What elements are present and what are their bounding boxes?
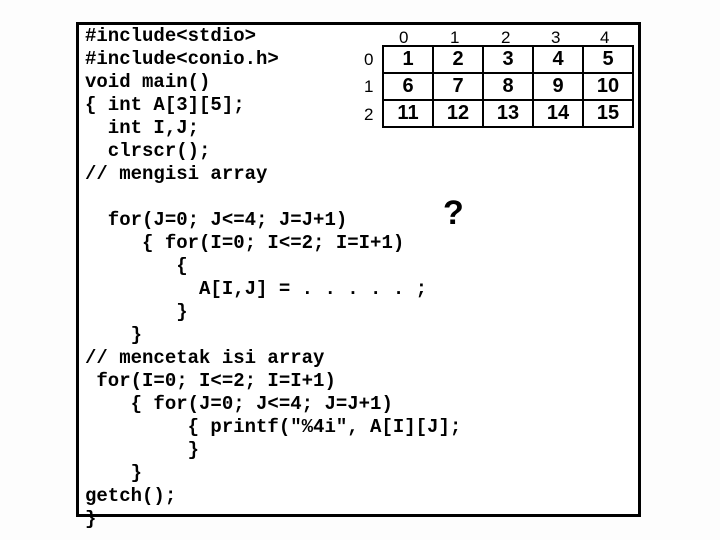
table-row: 1 2 3 4 5 (383, 46, 633, 73)
code-line: { (85, 255, 188, 277)
code-line: for(I=0; I<=2; I=I+1) (85, 370, 336, 392)
cell: 6 (383, 73, 433, 100)
cell: 3 (483, 46, 533, 73)
cell: 12 (433, 100, 483, 127)
slide-frame: #include<stdio> #include<conio.h> void m… (76, 22, 641, 517)
question-mark: ? (443, 194, 464, 233)
table-row: 11 12 13 14 15 (383, 100, 633, 127)
code-line: { for(I=0; I<=2; I=I+1) (85, 232, 404, 254)
cell: 7 (433, 73, 483, 100)
code-line: // mengisi array (85, 163, 267, 185)
row-header: 0 (364, 50, 373, 70)
code-line: } (85, 301, 188, 323)
code-line: { for(J=0; J<=4; J=J+1) (85, 393, 393, 415)
code-line: } (85, 439, 199, 461)
row-header: 1 (364, 77, 373, 97)
array-table: 1 2 3 4 5 6 7 8 9 10 11 12 13 14 15 (382, 45, 634, 128)
code-line: int I,J; (85, 117, 199, 139)
code-line: { printf("%4i", A[I][J]; (85, 416, 461, 438)
cell: 13 (483, 100, 533, 127)
code-line: } (85, 508, 96, 530)
code-line: } (85, 462, 142, 484)
cell: 9 (533, 73, 583, 100)
code-line: getch(); (85, 485, 176, 507)
code-line: } (85, 324, 142, 346)
cell: 1 (383, 46, 433, 73)
cell: 11 (383, 100, 433, 127)
code-line: #include<conio.h> (85, 48, 279, 70)
cell: 8 (483, 73, 533, 100)
cell: 2 (433, 46, 483, 73)
table-row: 6 7 8 9 10 (383, 73, 633, 100)
code-line: // mencetak isi array (85, 347, 324, 369)
cell: 15 (583, 100, 633, 127)
code-line: #include<stdio> (85, 25, 256, 47)
cell: 5 (583, 46, 633, 73)
code-line: { int A[3][5]; (85, 94, 245, 116)
cell: 10 (583, 73, 633, 100)
code-line: A[I,J] = . . . . . ; (85, 278, 427, 300)
code-line: clrscr(); (85, 140, 210, 162)
cell: 4 (533, 46, 583, 73)
row-header: 2 (364, 105, 373, 125)
code-line: for(J=0; J<=4; J=J+1) (85, 209, 347, 231)
code-line: void main() (85, 71, 210, 93)
cell: 14 (533, 100, 583, 127)
